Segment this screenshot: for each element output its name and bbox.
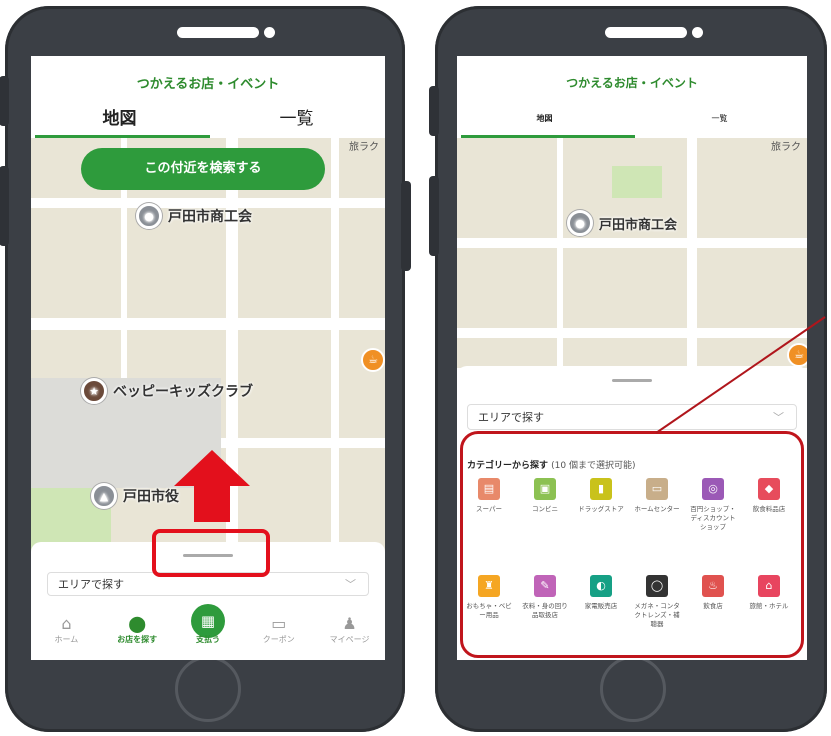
map-corner-label: 旅ラク: [349, 142, 379, 153]
bottom-nav: ⌂ ホーム ⬤ お店を探す ▦ 支払う ▭ クーポン ♟ マイページ: [31, 604, 385, 645]
location-pin-icon: ●: [567, 210, 593, 236]
map-corner-label: 旅ラク: [771, 142, 801, 153]
home-icon: ⌂: [61, 613, 72, 633]
map-road: [557, 138, 563, 368]
map-poi-kids-club[interactable]: ★ ベッピーキッズクラブ: [81, 378, 253, 404]
side-button: [429, 86, 439, 136]
area-select-label: エリアで探す: [58, 578, 124, 591]
side-button: [0, 166, 9, 246]
map-poi-chamber[interactable]: ● 戸田市商工会: [567, 210, 677, 236]
star-pin-icon: ★: [81, 378, 107, 404]
side-button: [0, 76, 9, 126]
camera: [692, 27, 703, 38]
nav-find-store[interactable]: ⬤ お店を探す: [111, 612, 163, 645]
tab-list[interactable]: 一覧: [208, 104, 385, 129]
map-road: [457, 238, 807, 248]
camera: [264, 27, 275, 38]
area-select-label: エリアで探す: [478, 411, 544, 424]
side-button: [401, 181, 411, 271]
map-poi-city-hall[interactable]: ▲ 戸田市役: [91, 483, 179, 509]
speaker: [605, 27, 687, 38]
tab-map[interactable]: 地図: [457, 113, 632, 124]
map-park: [612, 166, 662, 198]
building-pin-icon: ▲: [91, 483, 117, 509]
pointer-line: [655, 316, 826, 434]
search-nearby-button[interactable]: この付近を検索する: [81, 148, 325, 190]
up-arrow-icon: [174, 450, 250, 522]
highlight-box: [460, 431, 804, 658]
header-title: つかえるお店・イベント: [136, 77, 280, 92]
qr-code-icon: ▦: [190, 604, 225, 638]
coupon-icon: ▭: [271, 613, 287, 633]
map-poi-chamber[interactable]: ● 戸田市商工会: [136, 203, 252, 229]
home-hardware-button[interactable]: [600, 656, 666, 722]
highlight-box: [152, 529, 270, 577]
chevron-down-icon: ﹀: [345, 578, 356, 591]
nav-pay[interactable]: ▦ 支払う: [182, 604, 234, 645]
header-title: つかえるお店・イベント: [566, 76, 698, 90]
map-road: [331, 138, 339, 561]
side-button: [429, 176, 439, 256]
tab-map[interactable]: 地図: [31, 104, 208, 129]
tab-list[interactable]: 一覧: [632, 113, 807, 124]
drag-handle[interactable]: [612, 379, 652, 382]
home-hardware-button[interactable]: [175, 656, 241, 722]
map-pin-icon: ⬤: [128, 613, 147, 633]
nav-mypage[interactable]: ♟ マイページ: [324, 612, 376, 645]
speaker: [177, 27, 259, 38]
left-phone-frame: つかえるお店・イベント 地図 一覧 この付近を検索する ● 戸田市商工会 ★ ベ…: [0, 6, 411, 732]
nav-home[interactable]: ⌂ ホーム: [40, 612, 92, 645]
location-pin-icon: ●: [136, 203, 162, 229]
person-icon: ♟: [342, 613, 357, 633]
nav-coupon[interactable]: ▭ クーポン: [253, 612, 305, 645]
cafe-pin-icon[interactable]: ☕: [361, 348, 385, 372]
